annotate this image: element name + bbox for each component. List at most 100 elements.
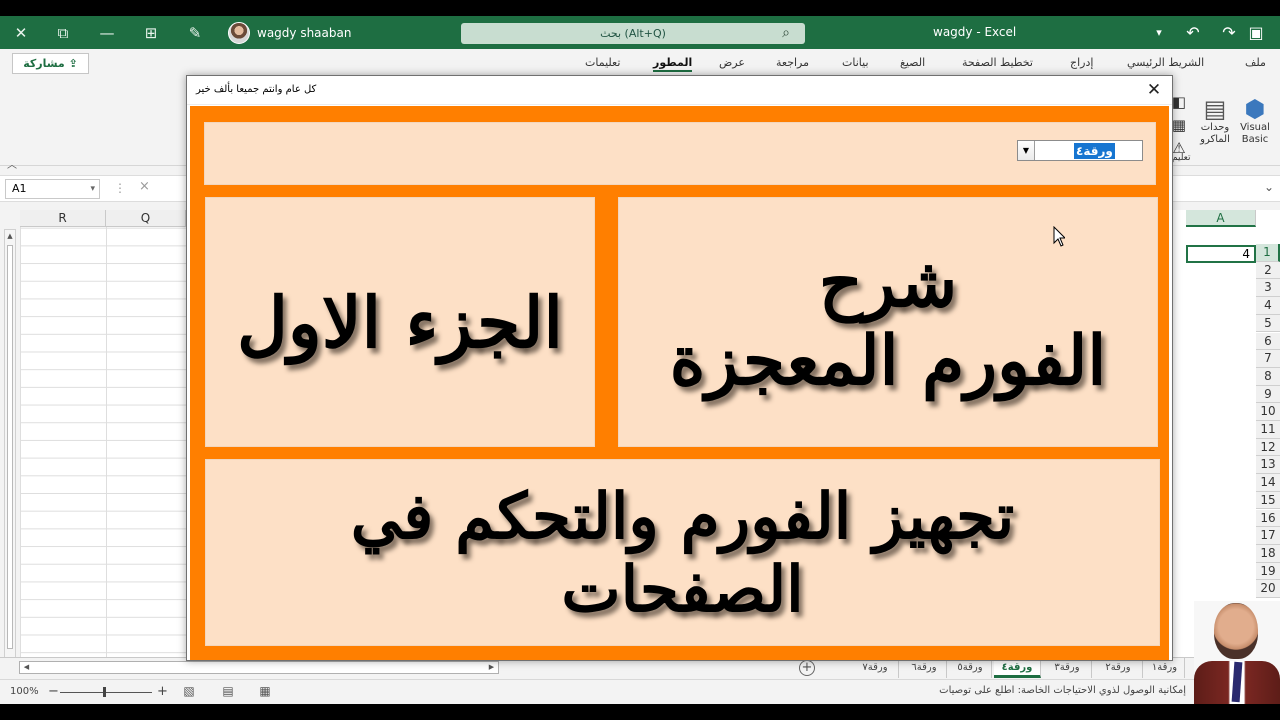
close-icon[interactable]: ✕	[10, 22, 32, 44]
visual-basic-icon: ⬢	[1244, 95, 1266, 123]
share-button[interactable]: مشاركة ⇪	[12, 53, 89, 74]
sheet-tab[interactable]: ورقة٥	[949, 658, 992, 678]
window-title: wagdy - Excel	[933, 25, 1017, 39]
zoom-slider[interactable]	[60, 692, 152, 693]
sheet-selector-panel: ▼ ورقة٤	[204, 122, 1156, 185]
save-icon[interactable]: ▣	[1238, 16, 1274, 49]
collapse-ribbon-icon[interactable]: ︿	[7, 156, 17, 171]
sheet-tab[interactable]: ورقة١	[1145, 658, 1185, 678]
zoom-out-icon[interactable]: −	[48, 684, 59, 699]
row-header[interactable]: 11	[1256, 421, 1280, 439]
row-header[interactable]: 19	[1256, 562, 1280, 581]
search-icon: ⌕	[782, 25, 790, 41]
sheet-combo-box[interactable]: ▼ ورقة٤	[1017, 140, 1143, 161]
macros-button[interactable]: ▤ وحدات الماكرو	[1197, 96, 1233, 146]
row-header[interactable]: 10	[1256, 403, 1280, 421]
zoom-in-icon[interactable]: +	[157, 684, 168, 699]
row-header[interactable]: 1	[1256, 244, 1280, 262]
row-header[interactable]: 12	[1256, 438, 1280, 457]
sheet-tab[interactable]: ورقة٤	[994, 658, 1041, 678]
tab-data[interactable]: بيانات	[842, 56, 869, 69]
row-header[interactable]: 7	[1256, 350, 1280, 368]
vertical-scrollbar[interactable]: ▲ ▼	[4, 229, 16, 670]
expand-formula-icon[interactable]: ⌄	[1264, 180, 1274, 194]
part-label-panel: الجزء الاول	[205, 197, 595, 447]
visual-basic-button[interactable]: ⬢ Visual Basic	[1236, 96, 1274, 146]
row-header[interactable]: 15	[1256, 491, 1280, 510]
tab-developer[interactable]: المطور	[653, 56, 693, 72]
column-header-a[interactable]: A	[1186, 210, 1256, 227]
row-header[interactable]: 18	[1256, 544, 1280, 563]
sheet-grid-right[interactable]: A 4 1 2 3 4 5 6 7 8 9 10 11 12 13 14 15 16 17 18 19 20	[1172, 210, 1280, 658]
ribbon-options-icon[interactable]: ▾	[1141, 16, 1177, 49]
sheet-tab[interactable]: ورقة٦	[902, 658, 947, 678]
userform-title-bar: كل عام وانتم جميعا بألف خير ✕	[187, 76, 1172, 105]
vertical-scroll-thumb[interactable]	[7, 245, 13, 649]
row-header[interactable]: 9	[1256, 385, 1280, 404]
row-header[interactable]: 13	[1256, 456, 1280, 475]
row-header[interactable]: 16	[1256, 509, 1280, 528]
avatar	[228, 22, 250, 44]
name-box[interactable]: A1	[5, 179, 100, 199]
row-header[interactable]: 20	[1256, 580, 1280, 598]
ribbon-group-label: تعليم	[1172, 153, 1191, 163]
chevron-down-icon[interactable]: ▼	[1018, 141, 1035, 160]
row-header[interactable]: 8	[1256, 367, 1280, 386]
undo-icon[interactable]: ↶	[1175, 16, 1211, 49]
userform-caption: كل عام وانتم جميعا بألف خير	[196, 84, 317, 95]
active-cell[interactable]: 4	[1186, 245, 1256, 263]
status-bar: 100% − + ▧ ▤ ▦ إمكانية الوصول لذوي الاحت…	[0, 679, 1280, 704]
tab-home[interactable]: الشريط الرئيسي	[1127, 56, 1204, 69]
sheet-tab[interactable]: ورقة٧	[852, 658, 899, 678]
page-layout-view-icon[interactable]: ▤	[219, 683, 237, 699]
scroll-left-icon[interactable]: ◀	[20, 662, 33, 673]
pen-icon[interactable]: ✎	[184, 22, 206, 44]
restore-icon[interactable]: ⧉	[52, 22, 74, 44]
tab-insert[interactable]: إدراج	[1070, 56, 1093, 69]
excel-window: ✕ ⧉ — ⊞ ✎ wagdy shaaban بحث (Alt+Q) ⌕ wa…	[0, 16, 1280, 704]
row-header[interactable]: 4	[1256, 297, 1280, 315]
close-icon[interactable]: ✕	[1142, 78, 1166, 102]
window-toggle-icon[interactable]: ⊞	[140, 22, 162, 44]
column-header-r[interactable]: R	[20, 210, 106, 227]
row-header[interactable]: 2	[1256, 261, 1280, 280]
title-line-2: الفورم المعجزة	[669, 321, 1107, 401]
user-name: wagdy shaaban	[257, 26, 352, 40]
tab-help[interactable]: تعليمات	[585, 56, 620, 69]
minimize-icon[interactable]: —	[96, 22, 118, 44]
sheet-tab[interactable]: ورقة٢	[1094, 658, 1143, 678]
formula-cancel-icon[interactable]: ×	[139, 179, 150, 194]
description-label: تجهيز الفورم والتحكم في الصفحات	[206, 460, 1159, 645]
user-account[interactable]: wagdy shaaban	[228, 21, 351, 45]
add-sheet-button[interactable]: +	[799, 660, 815, 676]
row-header[interactable]: 3	[1256, 279, 1280, 298]
tab-file[interactable]: ملف	[1245, 56, 1266, 69]
tab-page-layout[interactable]: تخطيط الصفحة	[962, 56, 1033, 69]
description-line-2: الصفحات	[561, 551, 804, 626]
row-header[interactable]: 6	[1256, 332, 1280, 351]
sheet-grid-left[interactable]: R Q	[20, 210, 186, 658]
mouse-cursor-icon	[1053, 226, 1065, 247]
sheet-tab[interactable]: ورقة٣	[1043, 658, 1092, 678]
accessibility-status[interactable]: إمكانية الوصول لذوي الاحتياجات الخاصة: ا…	[939, 685, 1186, 696]
scroll-up-icon[interactable]: ▲	[5, 230, 15, 242]
column-header-q[interactable]: Q	[106, 210, 186, 227]
zoom-level[interactable]: 100%	[10, 686, 39, 697]
tab-view[interactable]: عرض	[719, 56, 745, 69]
search-box[interactable]: بحث (Alt+Q) ⌕	[461, 23, 805, 44]
row-header[interactable]: 14	[1256, 474, 1280, 492]
horizontal-scrollbar[interactable]: ◀ ▶	[19, 661, 499, 674]
title-label: شرح الفورم المعجزة	[619, 198, 1157, 446]
row-header[interactable]: 17	[1256, 527, 1280, 545]
tab-review[interactable]: مراجعة	[776, 56, 809, 69]
page-break-view-icon[interactable]: ▧	[180, 683, 198, 699]
tab-formulas[interactable]: الصيغ	[900, 56, 925, 69]
title-line-1: شرح	[818, 243, 958, 323]
title-bar: ✕ ⧉ — ⊞ ✎ wagdy shaaban بحث (Alt+Q) ⌕ wa…	[0, 16, 1280, 49]
scroll-right-icon[interactable]: ▶	[485, 662, 498, 673]
formula-separator-icon: ⋮	[114, 181, 126, 195]
share-label: مشاركة	[23, 57, 65, 70]
normal-view-icon[interactable]: ▦	[256, 683, 274, 699]
row-header[interactable]: 5	[1256, 314, 1280, 333]
zoom-slider-thumb[interactable]	[103, 687, 106, 697]
